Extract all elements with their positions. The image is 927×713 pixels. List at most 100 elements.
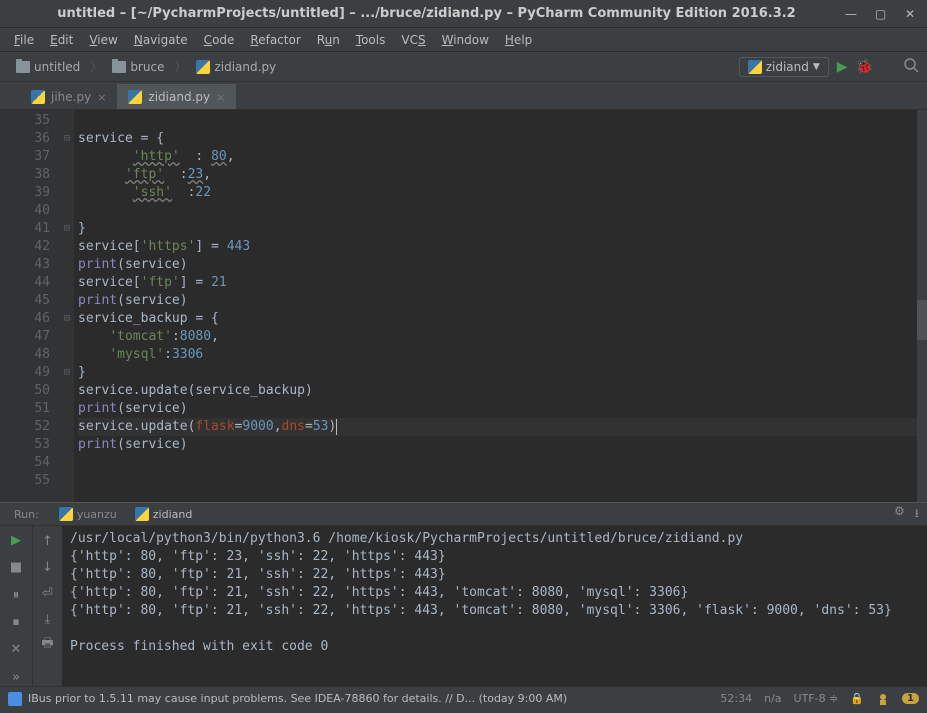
code-line[interactable]: service_backup = {: [78, 310, 927, 328]
scroll-thumb[interactable]: [917, 300, 927, 340]
code-line[interactable]: service['https'] = 443: [78, 238, 927, 256]
code-line[interactable]: 'http' : 80,: [78, 148, 927, 166]
menu-run[interactable]: Run: [311, 31, 346, 49]
code-line[interactable]: 'mysql':3306: [78, 346, 927, 364]
run-tab-yuanzu[interactable]: yuanzu: [51, 505, 125, 523]
fold-marker[interactable]: ⊟: [60, 364, 74, 382]
line-number[interactable]: 47: [0, 328, 50, 346]
line-separator[interactable]: n/a: [764, 692, 781, 705]
code-area[interactable]: service = { 'http' : 80, 'ftp' :23, 'ssh…: [74, 110, 927, 502]
fold-marker[interactable]: ⊟: [60, 220, 74, 238]
menu-refactor[interactable]: Refactor: [244, 31, 306, 49]
line-number[interactable]: 52: [0, 418, 50, 436]
rerun-button[interactable]: ▶: [7, 532, 25, 549]
crumb-project[interactable]: untitled: [8, 58, 88, 76]
code-line[interactable]: service['ftp'] = 21: [78, 274, 927, 292]
gear-icon[interactable]: ⚙: [894, 504, 905, 525]
scroll-to-end-button[interactable]: ⤓: [39, 610, 57, 628]
vertical-scrollbar[interactable]: [917, 110, 927, 502]
line-number[interactable]: 50: [0, 382, 50, 400]
up-button[interactable]: ↑: [39, 532, 57, 550]
line-number[interactable]: 51: [0, 400, 50, 418]
print-button[interactable]: 🖶: [39, 636, 57, 654]
crumb-folder[interactable]: bruce: [104, 58, 172, 76]
menu-vcs[interactable]: VCS: [395, 31, 431, 49]
code-line[interactable]: print(service): [78, 256, 927, 274]
menu-code[interactable]: Code: [198, 31, 241, 49]
line-number[interactable]: 44: [0, 274, 50, 292]
soft-wrap-button[interactable]: ⏎: [39, 584, 57, 602]
gutter[interactable]: 3536373839404142434445464748495051525354…: [0, 110, 60, 502]
exit-button[interactable]: ⏹: [7, 614, 25, 631]
tab-jihe[interactable]: jihe.py ×: [20, 84, 117, 109]
code-line[interactable]: [78, 454, 927, 472]
line-number[interactable]: 37: [0, 148, 50, 166]
search-icon[interactable]: [903, 57, 919, 76]
code-line[interactable]: }: [78, 364, 927, 382]
code-line[interactable]: }: [78, 220, 927, 238]
maximize-icon[interactable]: ▢: [875, 7, 889, 21]
caret-position[interactable]: 52:34: [720, 692, 752, 705]
pause-button[interactable]: ⏸: [7, 587, 25, 604]
fold-marker[interactable]: ⊟: [60, 310, 74, 328]
event-badge[interactable]: 1: [902, 693, 919, 704]
code-line[interactable]: service.update(service_backup): [78, 382, 927, 400]
line-number[interactable]: 42: [0, 238, 50, 256]
menu-tools[interactable]: Tools: [350, 31, 392, 49]
fold-marker[interactable]: ⊟: [60, 130, 74, 148]
menu-help[interactable]: Help: [499, 31, 538, 49]
line-number[interactable]: 55: [0, 472, 50, 490]
lock-icon[interactable]: 🔒: [850, 692, 864, 705]
line-number[interactable]: 39: [0, 184, 50, 202]
minimize-icon[interactable]: —: [845, 7, 859, 21]
close-icon[interactable]: ×: [216, 91, 225, 104]
hector-icon[interactable]: [876, 692, 890, 706]
console-output[interactable]: /usr/local/python3/bin/python3.6 /home/k…: [62, 526, 927, 686]
run-tab-zidiand[interactable]: zidiand: [127, 505, 201, 523]
line-number[interactable]: 38: [0, 166, 50, 184]
close-button[interactable]: ✕: [7, 641, 25, 658]
code-line[interactable]: 'ftp' :23,: [78, 166, 927, 184]
down-button[interactable]: ↓: [39, 558, 57, 576]
line-number[interactable]: 35: [0, 112, 50, 130]
more-button[interactable]: »: [7, 669, 25, 686]
tab-zidiand[interactable]: zidiand.py ×: [117, 84, 236, 109]
menu-window[interactable]: Window: [436, 31, 495, 49]
menu-file[interactable]: File: [8, 31, 40, 49]
line-number[interactable]: 49: [0, 364, 50, 382]
code-line[interactable]: [78, 112, 927, 130]
status-message[interactable]: IBus prior to 1.5.11 may cause input pro…: [28, 692, 567, 705]
menu-edit[interactable]: Edit: [44, 31, 79, 49]
code-line[interactable]: [78, 202, 927, 220]
line-number[interactable]: 54: [0, 454, 50, 472]
code-line[interactable]: service = {: [78, 130, 927, 148]
run-config-selector[interactable]: zidiand ▼: [739, 57, 829, 77]
close-icon[interactable]: ×: [97, 91, 106, 104]
line-number[interactable]: 41: [0, 220, 50, 238]
line-number[interactable]: 48: [0, 346, 50, 364]
code-editor[interactable]: 3536373839404142434445464748495051525354…: [0, 110, 927, 502]
line-number[interactable]: 45: [0, 292, 50, 310]
crumb-file[interactable]: zidiand.py: [188, 58, 284, 76]
line-number[interactable]: 40: [0, 202, 50, 220]
code-line[interactable]: print(service): [78, 436, 927, 454]
fold-column[interactable]: ⊟ ⊟ ⊟ ⊟: [60, 110, 74, 502]
line-number[interactable]: 46: [0, 310, 50, 328]
line-number[interactable]: 36: [0, 130, 50, 148]
code-line[interactable]: print(service): [78, 292, 927, 310]
code-line[interactable]: 'ssh' :22: [78, 184, 927, 202]
code-line[interactable]: 'tomcat':8080,: [78, 328, 927, 346]
menu-view[interactable]: View: [83, 31, 123, 49]
line-number[interactable]: 43: [0, 256, 50, 274]
tool-windows-icon[interactable]: [8, 692, 22, 706]
code-line[interactable]: service.update(flask=9000,dns=53): [78, 418, 927, 436]
file-encoding[interactable]: UTF-8 ≑: [794, 692, 839, 705]
hide-icon[interactable]: ⭳: [915, 504, 919, 525]
code-line[interactable]: [78, 472, 927, 490]
stop-button[interactable]: ■: [7, 559, 25, 576]
line-number[interactable]: 53: [0, 436, 50, 454]
close-icon[interactable]: ✕: [905, 7, 919, 21]
code-line[interactable]: print(service): [78, 400, 927, 418]
menu-navigate[interactable]: Navigate: [128, 31, 194, 49]
run-button[interactable]: ▶: [837, 59, 848, 75]
